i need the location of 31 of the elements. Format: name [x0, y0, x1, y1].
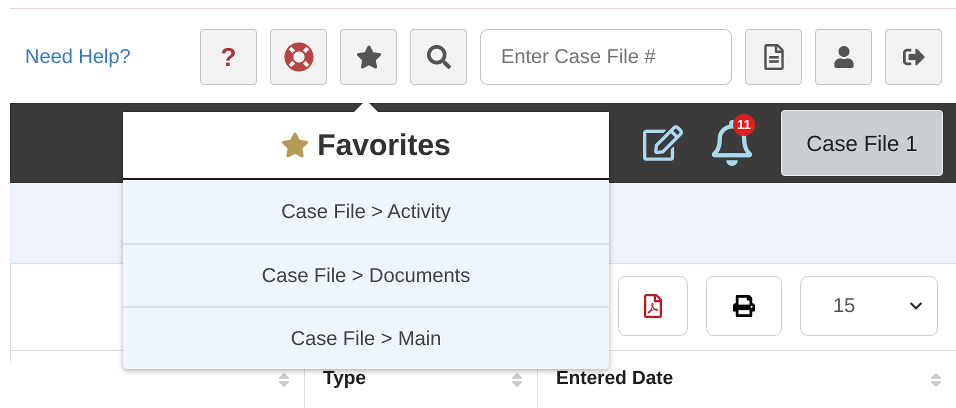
- pdf-button[interactable]: [618, 276, 688, 336]
- star-icon: [281, 131, 310, 159]
- lifebuoy-icon: [284, 42, 314, 72]
- lifebuoy-button[interactable]: [270, 29, 327, 85]
- page-size-select[interactable]: 15: [800, 276, 938, 336]
- favorites-menu-item[interactable]: Case File > Activity: [123, 180, 609, 243]
- search-button[interactable]: [410, 29, 467, 85]
- document-button[interactable]: [745, 29, 802, 85]
- help-link[interactable]: Need Help?: [25, 42, 131, 72]
- case-file-button[interactable]: Case File 1: [781, 110, 943, 176]
- user-icon: [832, 46, 854, 68]
- search-icon: [426, 45, 450, 69]
- printer-icon: [733, 295, 755, 317]
- favorites-menu-item[interactable]: Case File > Documents: [123, 243, 609, 306]
- document-icon: [762, 44, 786, 70]
- favorites-title: Favorites: [317, 128, 451, 164]
- notification-badge: 11: [733, 114, 755, 136]
- help-button[interactable]: ?: [200, 29, 257, 85]
- favorites-menu-item[interactable]: Case File > Main: [123, 306, 609, 369]
- sort-icon: [511, 370, 523, 388]
- pdf-icon: [643, 294, 663, 318]
- sort-icon: [278, 370, 290, 388]
- sign-out-button[interactable]: [885, 29, 942, 85]
- star-icon: [356, 44, 382, 70]
- print-button[interactable]: [706, 276, 782, 336]
- user-button[interactable]: [815, 29, 872, 85]
- sign-out-icon: [902, 46, 924, 68]
- edit-icon[interactable]: [643, 123, 683, 163]
- case-file-search-field[interactable]: Enter Case File #: [480, 29, 732, 85]
- sort-icon: [930, 370, 942, 388]
- favorites-button[interactable]: [340, 29, 397, 85]
